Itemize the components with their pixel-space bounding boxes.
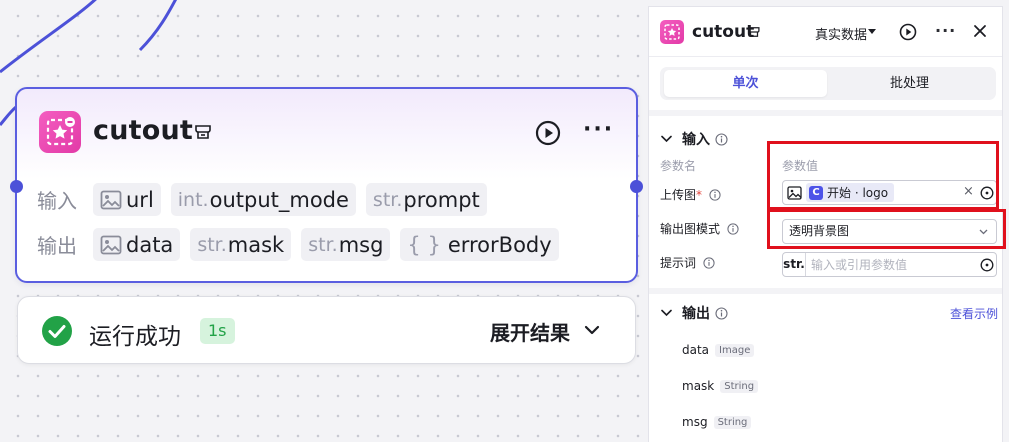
mode-label-text: 输出图模式	[660, 222, 721, 236]
output-name: errorBody	[447, 232, 552, 257]
output-type-badge: String	[713, 415, 752, 429]
section-divider	[649, 288, 1002, 294]
highlight-box	[767, 141, 999, 210]
output-type-badge: Image	[715, 343, 755, 357]
run-status-text: 运行成功	[89, 324, 181, 350]
run-duration-badge: 1s	[200, 318, 235, 344]
tab-single[interactable]: 单次	[664, 70, 827, 97]
chevron-down-icon[interactable]	[584, 324, 600, 336]
output-item-mask: mask String	[682, 379, 759, 393]
view-example-link[interactable]: 查看示例	[950, 305, 998, 322]
input-name: prompt	[403, 187, 480, 212]
input-chip-url: url	[93, 183, 161, 216]
output-name: mask	[227, 232, 285, 257]
inputs-label: 输入	[37, 189, 77, 213]
wire-left-down	[0, 105, 17, 126]
output-mode-label: 输出图模式	[660, 220, 739, 237]
info-icon[interactable]	[727, 222, 739, 235]
input-section-header[interactable]: 输入	[661, 129, 728, 149]
highlight-box	[767, 209, 1006, 249]
type-prefix: str.	[372, 188, 403, 211]
output-type-badge: String	[720, 379, 759, 393]
reference-picker-icon[interactable]	[980, 258, 994, 272]
data-mode-dropdown[interactable]: 真实数据	[815, 24, 867, 43]
cutout-icon	[39, 111, 81, 153]
section-divider	[649, 110, 1002, 116]
output-section-header[interactable]: 输出	[661, 303, 728, 323]
output-item-msg: msg String	[682, 415, 752, 429]
node-output-port[interactable]	[630, 180, 643, 193]
type-prefix: str.	[308, 233, 338, 256]
upload-label-text: 上传图	[660, 188, 697, 202]
image-type-icon	[100, 190, 122, 209]
close-icon[interactable]	[972, 23, 988, 39]
node-outputs-row: 输出 data str. mask str. msg { } errorBody	[37, 228, 569, 261]
plugin-badge-icon	[748, 27, 760, 37]
string-type-tag: str.	[783, 253, 806, 276]
run-mode-tabs: 单次 批处理	[660, 67, 996, 100]
output-name: data	[126, 232, 174, 257]
upload-image-label: 上传图 *	[660, 186, 721, 203]
info-icon[interactable]	[715, 132, 728, 146]
cutout-icon	[660, 20, 684, 44]
node-config-panel: cutout 真实数据 ··· 单次 批处理 输入 参数名 参数值 上传图 *	[648, 6, 1006, 442]
node-inputs-row: 输入 url int. output_mode str. prompt	[37, 183, 497, 216]
input-name: url	[126, 187, 154, 212]
cutout-node[interactable]: cutout ··· 输入 url int. output_mode str. …	[10, 87, 643, 283]
required-mark: *	[696, 187, 703, 202]
wire-top-left	[0, 0, 97, 74]
plugin-badge-icon	[195, 125, 211, 139]
output-name: msg	[682, 415, 708, 429]
info-icon[interactable]	[703, 256, 715, 269]
prompt-field[interactable]: str.	[782, 252, 997, 277]
panel-title: cutout	[692, 22, 755, 42]
input-section-title: 输入	[682, 132, 710, 148]
output-item-data: data Image	[682, 343, 755, 357]
object-type-icon: { }	[407, 232, 441, 257]
run-result-bar[interactable]: 运行成功 1s 展开结果	[17, 296, 636, 364]
wire-top-center	[138, 0, 178, 52]
prompt-input[interactable]	[811, 255, 971, 274]
output-chip-msg: str. msg	[301, 228, 391, 261]
node-input-port[interactable]	[10, 180, 23, 193]
input-chip-output-mode: int. output_mode	[170, 183, 356, 216]
outputs-label: 输出	[37, 234, 77, 258]
input-chip-prompt: str. prompt	[365, 183, 487, 216]
chevron-down-icon[interactable]	[661, 135, 672, 143]
node-more-icon[interactable]: ···	[583, 119, 614, 141]
workflow-canvas[interactable]: cutout ··· 输入 url int. output_mode str. …	[0, 0, 648, 442]
type-prefix: int.	[177, 188, 209, 211]
output-chip-mask: str. mask	[190, 228, 292, 261]
panel-header-divider	[649, 56, 1002, 57]
output-name: mask	[682, 379, 715, 393]
expand-results-button[interactable]: 展开结果	[490, 317, 570, 346]
param-name-column: 参数名	[660, 159, 697, 173]
info-icon[interactable]	[709, 188, 721, 201]
image-type-icon	[100, 235, 122, 254]
type-prefix: str.	[197, 233, 227, 256]
run-node-icon[interactable]	[899, 23, 917, 41]
run-node-icon[interactable]	[535, 120, 561, 146]
info-icon[interactable]	[715, 306, 728, 320]
output-section-title: 输出	[682, 306, 710, 322]
prompt-label-text: 提示词	[660, 256, 697, 270]
output-chip-error-body: { } errorBody	[400, 228, 559, 261]
output-name: msg	[338, 232, 384, 257]
chevron-down-icon[interactable]	[661, 309, 672, 317]
success-check-icon	[42, 316, 72, 346]
panel-more-icon[interactable]: ···	[935, 21, 956, 40]
output-chip-data: data	[93, 228, 181, 261]
prompt-label: 提示词	[660, 254, 715, 271]
tab-batch[interactable]: 批处理	[828, 70, 991, 97]
input-name: output_mode	[209, 187, 349, 212]
caret-down-icon[interactable]	[868, 29, 876, 35]
output-name: data	[682, 343, 710, 357]
node-title: cutout	[93, 115, 194, 146]
